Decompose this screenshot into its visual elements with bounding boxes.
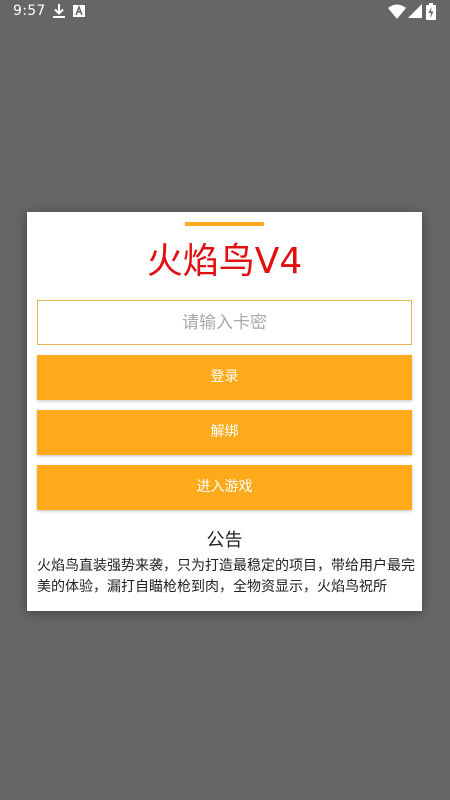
login-button[interactable]: 登录 xyxy=(37,355,412,400)
app-title: 火焰鸟V4 xyxy=(146,241,303,282)
status-bar: 9:57 xyxy=(0,0,450,24)
battery-icon xyxy=(426,3,436,20)
login-dialog: 火焰鸟V4 登录 解绑 进入游戏 公告 火焰鸟直装强势来袭，只为打造最稳定的项目… xyxy=(27,212,422,611)
enter-game-button[interactable]: 进入游戏 xyxy=(37,465,412,510)
notice-title: 公告 xyxy=(206,530,243,551)
card-key-input[interactable] xyxy=(37,300,412,345)
signal-icon xyxy=(408,4,422,18)
accent-bar xyxy=(185,222,264,226)
wifi-icon xyxy=(388,4,406,19)
status-time: 9:57 xyxy=(13,3,46,19)
a-icon xyxy=(73,5,85,17)
unbind-button[interactable]: 解绑 xyxy=(37,410,412,455)
download-icon xyxy=(53,4,65,18)
notice-body: 火焰鸟直装强势来袭，只为打造最稳定的项目，带给用户最完美的体验，漏打自瞄枪枪到肉… xyxy=(37,558,415,595)
